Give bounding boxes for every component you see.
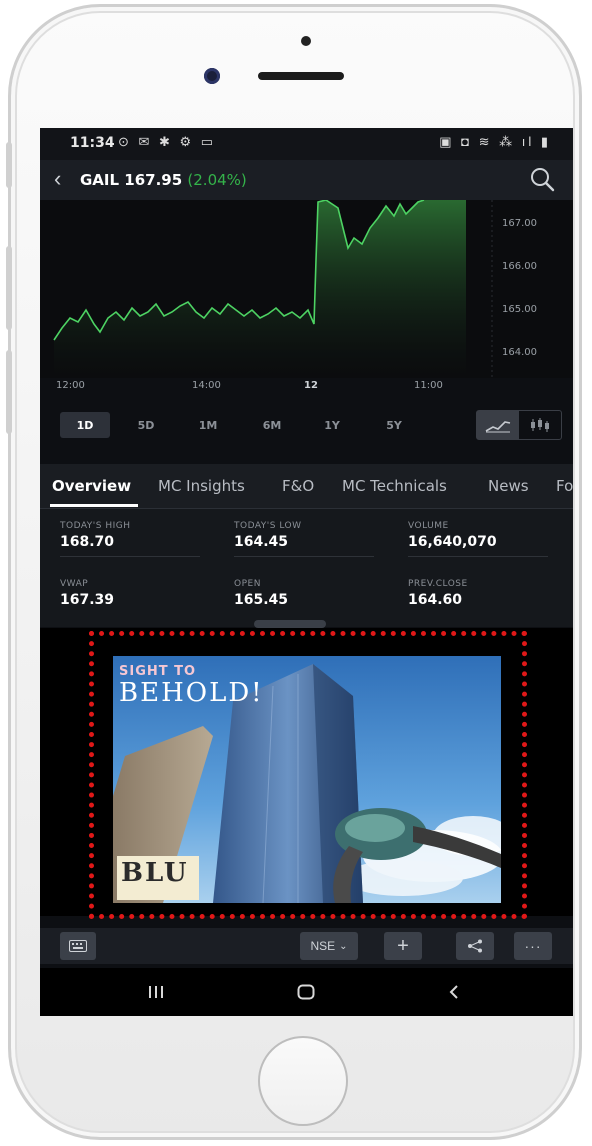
- stat-label: OPEN: [234, 579, 261, 589]
- stat-value: 168.70: [60, 534, 115, 550]
- status-bar: 11:34 ⊙ ✉ ✱ ⚙ ▭ ▣ ◘ ≋ ⁂ ıl ▮: [40, 128, 573, 160]
- x-tick: 11:00: [414, 380, 443, 391]
- keyboard-icon[interactable]: [60, 932, 96, 960]
- stat-value: 164.45: [234, 534, 289, 550]
- tab-more[interactable]: Fo: [556, 477, 573, 495]
- tab-overview[interactable]: Overview: [52, 477, 131, 495]
- stat-label: TODAY'S LOW: [234, 521, 302, 531]
- phone-screen: 11:34 ⊙ ✉ ✱ ⚙ ▭ ▣ ◘ ≋ ⁂ ıl ▮ ‹ GAIL 167.…: [40, 128, 573, 1016]
- section-tabs: Overview MC Insights F&O MC Technicals N…: [40, 464, 573, 509]
- range-6m-button[interactable]: 6M: [252, 412, 292, 438]
- y-tick: 166.00: [502, 261, 537, 272]
- x-tick: 12:00: [56, 380, 85, 391]
- search-icon[interactable]: [529, 166, 555, 192]
- volume-up-button: [6, 246, 12, 330]
- stat-value: 167.39: [60, 592, 115, 608]
- front-camera: [204, 68, 220, 84]
- proximity-sensor: [301, 36, 311, 46]
- candlestick-chart-icon[interactable]: [519, 411, 561, 439]
- active-tab-indicator: [50, 504, 138, 507]
- tab-mc-insights[interactable]: MC Insights: [158, 477, 245, 495]
- system-status-icons: ▣ ◘ ≋ ⁂ ıl ▮: [439, 134, 551, 149]
- home-nav-icon[interactable]: [286, 978, 326, 1006]
- divider: [234, 556, 374, 557]
- back-arrow-icon[interactable]: ‹: [54, 166, 61, 192]
- y-tick: 165.00: [502, 304, 537, 315]
- status-time: 11:34: [70, 135, 115, 151]
- stat-todays-high: TODAY'S HIGH 168.70: [60, 521, 210, 557]
- stat-label: VWAP: [60, 579, 89, 589]
- range-1d-button[interactable]: 1D: [60, 412, 110, 438]
- stock-name-price: GAIL 167.95: [80, 171, 183, 189]
- x-tick: 12: [304, 380, 318, 391]
- price-area-fill: [54, 200, 466, 378]
- app-header: ‹ GAIL 167.95 (2.04%): [40, 160, 573, 200]
- advertisement-area: SIGHT TO BEHOLD! BLU: [40, 628, 573, 919]
- range-5y-button[interactable]: 5Y: [374, 412, 414, 438]
- stat-value: 164.60: [408, 592, 463, 608]
- drag-handle[interactable]: [254, 620, 326, 628]
- line-chart-icon[interactable]: [477, 411, 519, 439]
- more-options-icon[interactable]: ···: [514, 932, 552, 960]
- range-5d-button[interactable]: 5D: [126, 412, 166, 438]
- back-nav-icon[interactable]: [434, 978, 474, 1006]
- recent-apps-icon[interactable]: [136, 978, 176, 1006]
- stat-label: PREV.CLOSE: [408, 579, 468, 589]
- stock-title: GAIL 167.95 (2.04%): [80, 171, 247, 189]
- stock-stats-panel: TODAY'S HIGH 168.70 TODAY'S LOW 164.45 V…: [40, 509, 573, 627]
- stat-label: VOLUME: [408, 521, 449, 531]
- stat-volume: VOLUME 16,640,070: [408, 521, 558, 557]
- mute-switch: [6, 142, 12, 188]
- stat-open: OPEN 165.45: [234, 579, 384, 608]
- range-1y-button[interactable]: 1Y: [312, 412, 352, 438]
- highlight-box: [89, 631, 527, 919]
- exchange-label: NSE: [310, 939, 336, 953]
- price-change: (2.04%): [187, 171, 247, 189]
- home-button[interactable]: [258, 1036, 348, 1126]
- x-tick: 14:00: [192, 380, 221, 391]
- chart-type-toggle: [476, 410, 562, 440]
- add-icon[interactable]: +: [384, 932, 422, 960]
- exchange-dropdown[interactable]: NSE ⌄: [300, 932, 358, 960]
- share-icon[interactable]: [456, 932, 494, 960]
- stat-vwap: VWAP 167.39: [60, 579, 210, 608]
- android-nav-bar: [40, 968, 573, 1016]
- y-tick: 164.00: [502, 347, 537, 358]
- stat-todays-low: TODAY'S LOW 164.45: [234, 521, 384, 557]
- divider: [60, 556, 200, 557]
- price-chart-plot: [53, 200, 493, 378]
- tab-f-and-o[interactable]: F&O: [282, 477, 314, 495]
- stat-prev-close: PREV.CLOSE 164.60: [408, 579, 558, 608]
- chevron-down-icon: ⌄: [339, 940, 348, 952]
- range-1m-button[interactable]: 1M: [188, 412, 228, 438]
- earpiece-speaker: [258, 72, 344, 80]
- y-tick: 167.00: [502, 218, 537, 229]
- divider: [408, 556, 548, 557]
- stat-label: TODAY'S HIGH: [60, 521, 131, 531]
- tab-news[interactable]: News: [488, 477, 529, 495]
- tab-mc-technicals[interactable]: MC Technicals: [342, 477, 447, 495]
- stat-value: 165.45: [234, 592, 289, 608]
- notification-icons: ⊙ ✉ ✱ ⚙ ▭: [118, 134, 217, 149]
- price-chart[interactable]: 167.00 166.00 165.00 164.00: [40, 200, 573, 378]
- stat-value: 16,640,070: [408, 534, 497, 550]
- bottom-toolbar: NSE ⌄ + ···: [40, 928, 573, 964]
- volume-down-button: [6, 350, 12, 434]
